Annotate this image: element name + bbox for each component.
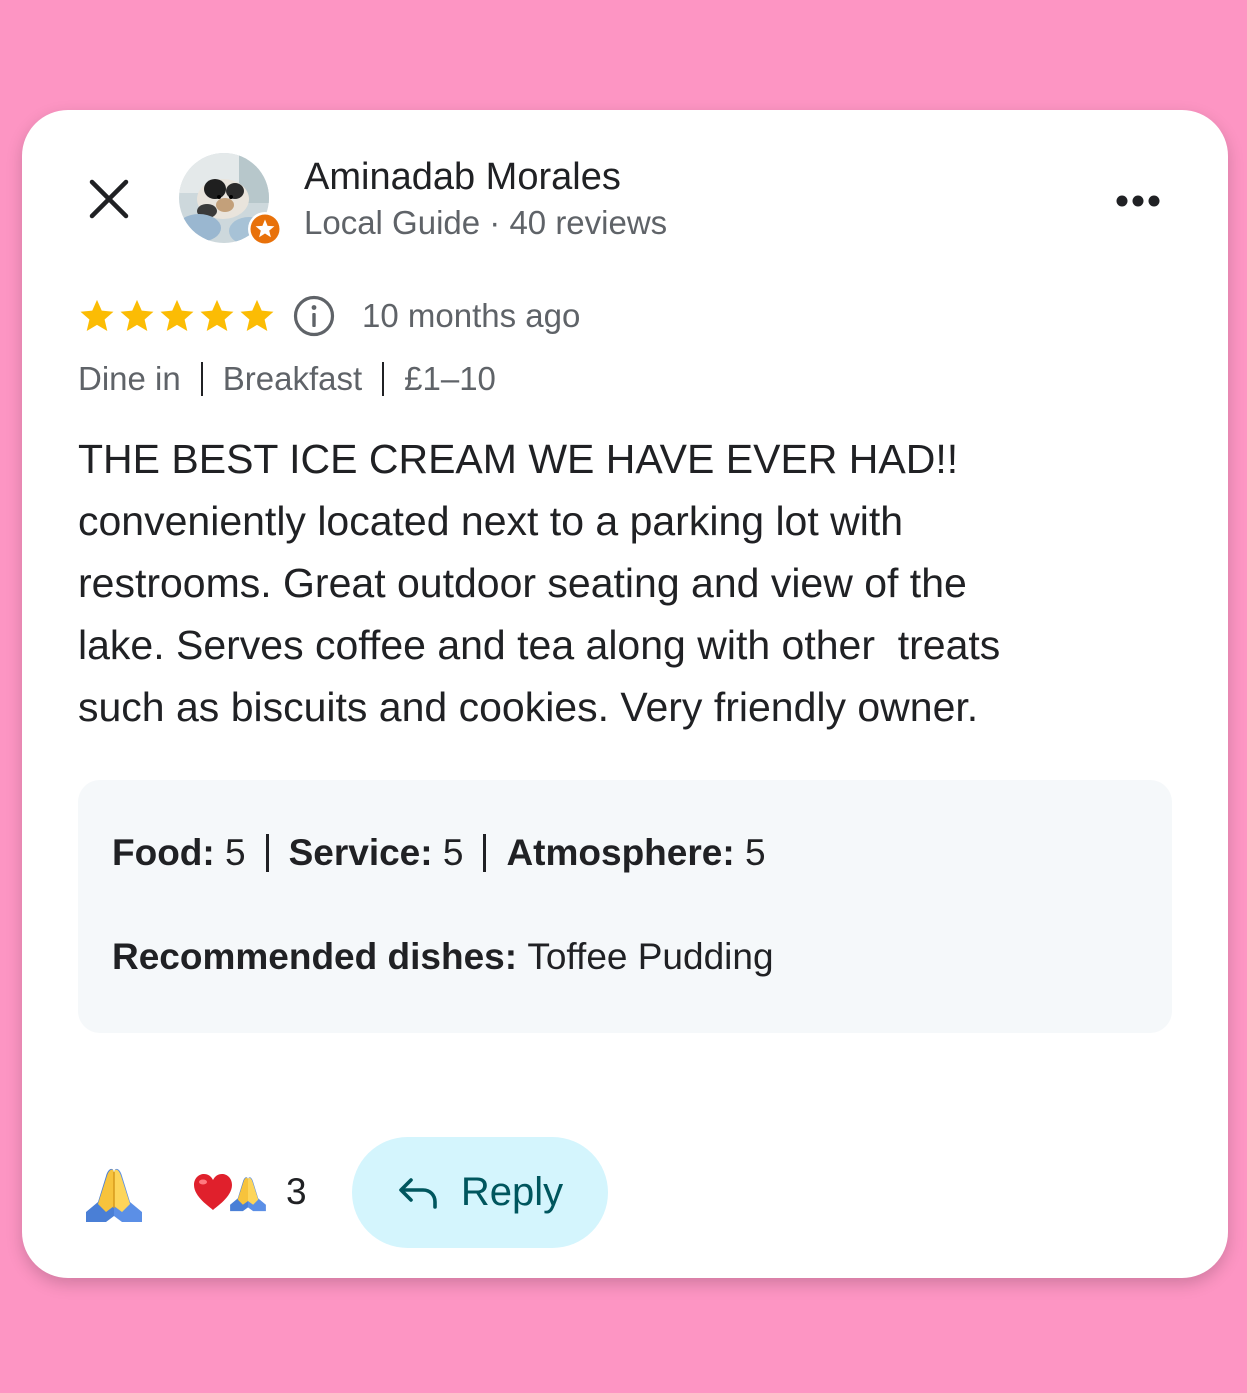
service-label: Service:	[288, 832, 433, 873]
local-guide-badge-icon	[248, 212, 282, 246]
reply-label: Reply	[460, 1170, 564, 1214]
star-icon	[240, 299, 274, 332]
review-time: 10 months ago	[362, 297, 581, 334]
reply-button[interactable]: Reply	[352, 1137, 608, 1248]
reaction-count: 3	[286, 1171, 307, 1212]
info-icon[interactable]	[292, 294, 336, 338]
recommended-dishes: Recommended dishes: Toffee Pudding	[112, 936, 774, 978]
atmosphere-label: Atmosphere:	[506, 832, 735, 873]
score-divider	[265, 834, 269, 872]
dishes-label: Recommended dishes:	[112, 936, 518, 977]
star-icon	[200, 299, 234, 332]
reaction-summary[interactable]: 3	[192, 1166, 307, 1218]
food-score: 5	[225, 832, 246, 873]
more-options-icon	[1116, 195, 1160, 207]
star-icon	[80, 299, 114, 332]
reviewer-meta: Local Guide · 40 reviews	[304, 204, 668, 241]
tag-divider	[382, 362, 385, 396]
tag-service-type: Dine in	[78, 360, 181, 397]
score-divider	[483, 834, 487, 872]
atmosphere-score: 5	[744, 832, 766, 873]
reviewer-avatar[interactable]	[179, 153, 283, 249]
dishes-value: Toffee Pudding	[527, 936, 774, 977]
reviewer-name[interactable]: Aminadab Morales	[304, 156, 621, 199]
rating-row: 10 months ago	[78, 294, 580, 338]
review-text: THE BEST ICE CREAM WE HAVE EVER HAD!! co…	[78, 436, 1001, 730]
folded-hands-icon	[86, 1168, 142, 1222]
tag-divider	[200, 362, 203, 396]
close-icon	[89, 179, 129, 219]
review-card: Aminadab Morales Local Guide · 40 review…	[22, 110, 1228, 1278]
service-score: 5	[442, 832, 464, 873]
reply-arrow-icon	[399, 1177, 437, 1209]
folded-hands-icon	[230, 1177, 266, 1212]
review-tags: Dine in Breakfast £1–10	[78, 360, 496, 398]
close-button[interactable]	[86, 176, 132, 222]
tag-meal-type: Breakfast	[222, 360, 363, 397]
star-icon	[160, 299, 194, 332]
more-options-button[interactable]	[1110, 184, 1166, 218]
star-rating	[78, 297, 276, 335]
tag-price: £1–10	[404, 360, 496, 397]
react-button[interactable]	[78, 1156, 150, 1228]
category-scores: Food: 5 Service: 5 Atmosphere: 5	[112, 832, 766, 874]
food-label: Food:	[112, 832, 215, 873]
review-details-box: Food: 5 Service: 5 Atmosphere: 5 Recomme…	[78, 780, 1172, 1033]
star-icon	[120, 299, 154, 332]
